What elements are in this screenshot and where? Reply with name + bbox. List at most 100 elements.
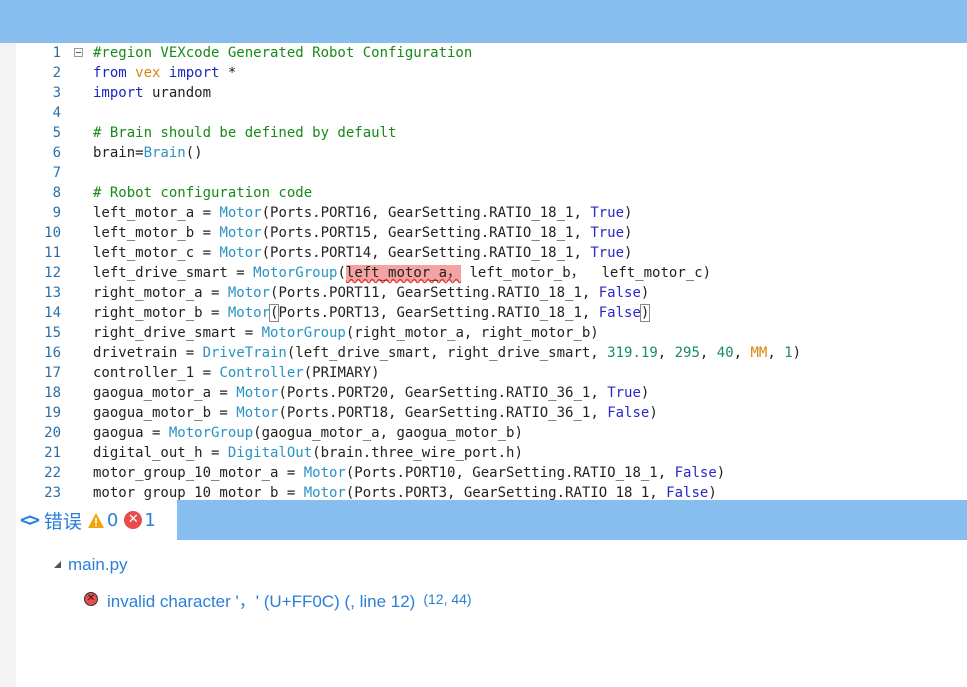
code-text: left_drive_smart = MotorGroup(left_motor… (93, 263, 711, 283)
code-line[interactable]: 18 gaogua_motor_a = Motor(Ports.PORT20, G… (16, 383, 967, 403)
code-line[interactable]: 12 left_drive_smart = MotorGroup(left_mot… (16, 263, 967, 283)
code-token: Ports.PORT13, GearSetting.RATIO_18_1, (278, 305, 599, 321)
code-token: ) (792, 345, 802, 361)
code-text: import urandom (93, 83, 211, 103)
expand-arrow-icon[interactable] (54, 561, 61, 568)
code-token: left_motor_a = (93, 205, 220, 221)
warning-count: 0 (106, 509, 119, 531)
line-number: 13 (44, 285, 61, 301)
code-token: Motor (219, 245, 262, 261)
code-token: (Ports.PORT15, GearSetting.RATIO_18_1, (261, 225, 591, 241)
line-number: 10 (44, 225, 61, 241)
code-line[interactable]: 1 #region VEXcode Generated Robot Configu… (16, 43, 967, 63)
code-line[interactable]: 7 (16, 163, 967, 183)
line-number: 8 (52, 185, 61, 201)
code-token: (gaogua_motor_a, gaogua_motor_b) (253, 425, 523, 441)
code-line[interactable]: 17 controller_1 = Controller(PRIMARY) (16, 363, 967, 383)
code-token: drivetrain = (93, 345, 203, 361)
code-text: right_motor_a = Motor(Ports.PORT11, Gear… (93, 283, 649, 303)
code-line[interactable]: 16 drivetrain = DriveTrain(left_drive_sma… (16, 343, 967, 363)
code-line[interactable]: 21 digital_out_h = DigitalOut(brain.three… (16, 443, 967, 463)
code-line[interactable]: 8 # Robot configuration code (16, 183, 967, 203)
code-token: Motor (236, 405, 279, 421)
code-line[interactable]: 22 motor_group_10_motor_a = Motor(Ports.P… (16, 463, 967, 483)
code-line[interactable]: 6 brain=Brain() (16, 143, 967, 163)
code-line[interactable]: 9 left_motor_a = Motor(Ports.PORT16, Gear… (16, 203, 967, 223)
code-token: gaogua_motor_b = (93, 405, 237, 421)
code-token: (Ports.PORT20, GearSetting.RATIO_36_1, (278, 385, 608, 401)
code-text: # Brain should be defined by default (93, 123, 396, 143)
code-token: vex (135, 65, 161, 81)
code-token: MotorGroup (168, 425, 254, 441)
code-token: True (590, 205, 625, 221)
line-number: 3 (52, 85, 61, 101)
line-number: 6 (52, 145, 61, 161)
code-token: DigitalOut (227, 445, 313, 461)
code-line[interactable]: 2 from vex import * (16, 63, 967, 83)
code-editor[interactable]: 1 #region VEXcode Generated Robot Configu… (16, 43, 967, 500)
code-line[interactable]: 4 (16, 103, 967, 123)
problem-file-name[interactable]: main.py (68, 555, 128, 575)
code-token: Motor (303, 485, 346, 500)
code-token: (Ports.PORT11, GearSetting.RATIO_18_1, (270, 285, 599, 301)
code-line[interactable]: 14 right_motor_b = Motor(Ports.PORT13, Ge… (16, 303, 967, 323)
left-gutter-strip (0, 43, 16, 687)
code-text: #region VEXcode Generated Robot Configur… (93, 43, 472, 63)
code-line[interactable]: 19 gaogua_motor_b = Motor(Ports.PORT18, G… (16, 403, 967, 423)
code-token: Brain (143, 145, 186, 161)
code-line[interactable]: 23 motor_group_10_motor_b = Motor(Ports.P… (16, 483, 967, 500)
code-line[interactable]: 20 gaogua = MotorGroup(gaogua_motor_a, ga… (16, 423, 967, 443)
problem-item[interactable]: ✕ invalid character '，' (U+FF0C) (, line… (84, 587, 472, 611)
line-number: 7 (52, 165, 61, 181)
line-number: 2 (52, 65, 61, 81)
code-text: brain=Brain() (93, 143, 203, 163)
code-token: (Ports.PORT3, GearSetting.RATIO_18_1, (345, 485, 667, 500)
code-line[interactable]: 11 left_motor_c = Motor(Ports.PORT14, Gea… (16, 243, 967, 263)
fold-toggle-icon[interactable] (74, 48, 83, 57)
code-token: Controller (219, 365, 304, 381)
line-number: 16 (44, 345, 61, 361)
code-text: left_motor_a = Motor(Ports.PORT16, GearS… (93, 203, 632, 223)
code-token: motor_group_10_motor_a = (93, 465, 304, 481)
code-token: Motor (227, 305, 271, 321)
code-token: motor_group_10_motor_b = (93, 485, 304, 500)
code-token: brain= (93, 145, 144, 161)
tab-errors[interactable]: <> 错误 0 ✕ 1 (16, 500, 177, 540)
code-line[interactable]: 3 import urandom (16, 83, 967, 103)
code-token: ) (639, 304, 651, 322)
code-line[interactable]: 15 right_drive_smart = MotorGroup(right_m… (16, 323, 967, 343)
code-token: right_motor_b = (93, 305, 228, 321)
code-token: (Ports.PORT10, GearSetting.RATIO_18_1, (345, 465, 675, 481)
code-token: ( (337, 265, 346, 281)
code-line[interactable]: 5 # Brain should be defined by default (16, 123, 967, 143)
code-token: import (168, 65, 220, 81)
code-token: Motor (303, 465, 346, 481)
code-token: # Brain should be defined by default (93, 125, 397, 141)
code-token: import (93, 85, 144, 101)
code-token: urandom (143, 85, 212, 101)
line-number: 17 (44, 365, 61, 381)
code-token: (right_motor_a, right_motor_b) (345, 325, 599, 341)
code-token: , (657, 345, 675, 361)
code-text: gaogua_motor_b = Motor(Ports.PORT18, Gea… (93, 403, 658, 423)
code-line[interactable]: 13 right_motor_a = Motor(Ports.PORT11, Ge… (16, 283, 967, 303)
line-number: 4 (52, 105, 61, 121)
code-text: # Robot configuration code (93, 183, 312, 203)
top-bar (0, 0, 967, 43)
code-token: right_motor_a = (93, 285, 228, 301)
code-text: from vex import * (93, 63, 236, 83)
line-number: 11 (44, 245, 61, 261)
code-token: 40 (716, 345, 734, 361)
code-token: left_motor_b = (93, 225, 220, 241)
line-number: 15 (44, 325, 61, 341)
code-token: False (666, 485, 709, 500)
code-token: False (674, 465, 717, 481)
code-token: (Ports.PORT16, GearSetting.RATIO_18_1, (261, 205, 591, 221)
line-number: 19 (44, 405, 61, 421)
code-text: controller_1 = Controller(PRIMARY) (93, 363, 380, 383)
code-token: ) (708, 485, 717, 500)
warning-icon (87, 512, 104, 528)
code-token: # Robot configuration code (93, 185, 313, 201)
code-line[interactable]: 10 left_motor_b = Motor(Ports.PORT15, Gea… (16, 223, 967, 243)
